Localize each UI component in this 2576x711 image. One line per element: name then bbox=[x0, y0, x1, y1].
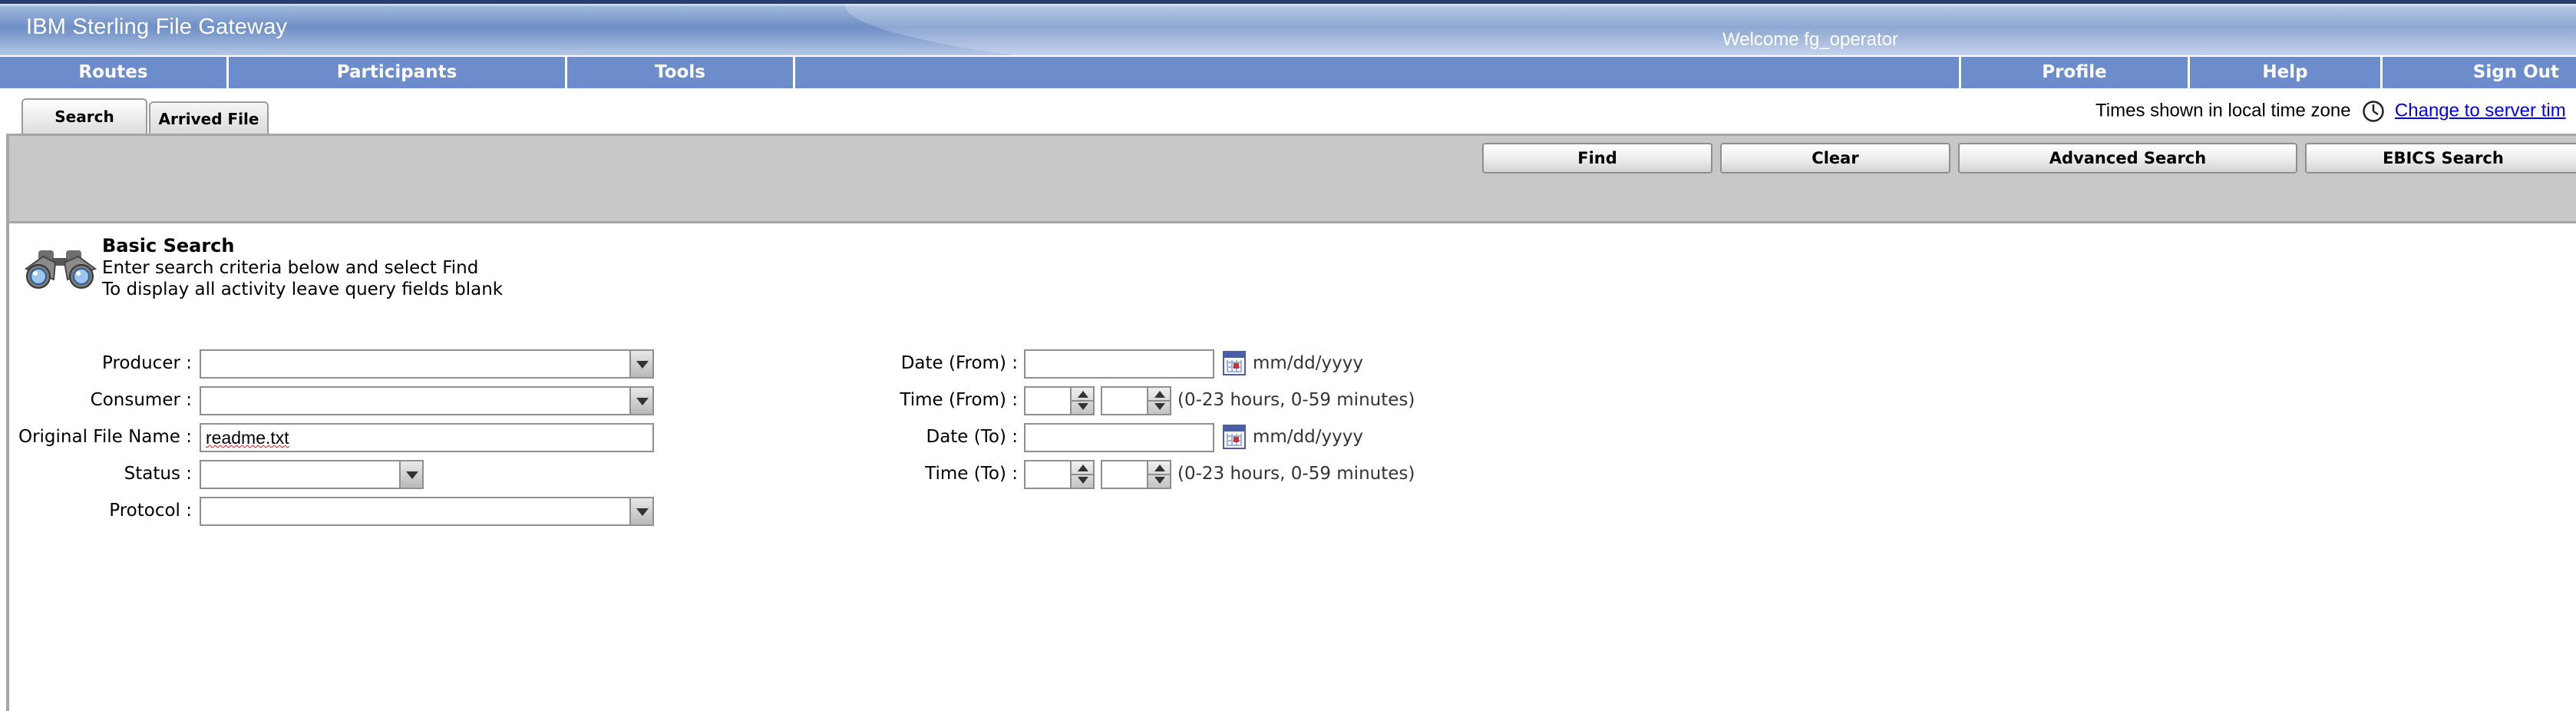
date-from-format: mm/dd/yyyy bbox=[1253, 353, 1363, 373]
time-to-hours-stepper[interactable] bbox=[1024, 460, 1095, 489]
original-file-name-label: Original File Name : bbox=[18, 427, 192, 447]
status-select[interactable] bbox=[200, 460, 424, 489]
main-nav: Routes Participants Tools Profile Help S… bbox=[0, 55, 2576, 90]
time-from-label: Time (From) : bbox=[900, 390, 1018, 410]
calendar-icon[interactable] bbox=[1223, 351, 1246, 375]
time-from-hours-stepper[interactable] bbox=[1024, 386, 1095, 415]
content-frame: Find Clear Advanced Search EBICS Search bbox=[6, 134, 2576, 711]
nav-sign-out[interactable]: Sign Out bbox=[2383, 57, 2576, 88]
nav-spacer bbox=[795, 57, 1961, 88]
header-swoosh bbox=[844, 4, 2576, 55]
timezone-text: Times shown in local time zone bbox=[2095, 100, 2351, 121]
app-title: IBM Sterling File Gateway bbox=[26, 15, 288, 39]
time-to-minutes-stepper[interactable] bbox=[1101, 460, 1171, 489]
time-from-minutes-stepper[interactable] bbox=[1101, 386, 1171, 415]
nav-help[interactable]: Help bbox=[2190, 57, 2383, 88]
date-to-label: Date (To) : bbox=[926, 427, 1018, 447]
basic-search-hint: To display all activity leave query fiel… bbox=[102, 279, 504, 299]
app-header: IBM Sterling File Gateway Welcome fg_ope… bbox=[0, 0, 2576, 55]
binoculars-icon bbox=[24, 250, 97, 289]
tab-search-criteria[interactable]: Search Criteria bbox=[21, 98, 147, 160]
basic-search-instruction: Enter search criteria below and select F… bbox=[102, 258, 479, 278]
status-label: Status : bbox=[124, 464, 192, 484]
tab-arrived-file[interactable]: Arrived File bbox=[149, 101, 269, 135]
consumer-dropdown-button[interactable] bbox=[629, 388, 652, 414]
nav-tools[interactable]: Tools bbox=[567, 57, 795, 88]
nav-profile[interactable]: Profile bbox=[1961, 57, 2190, 88]
basic-search-title: Basic Search bbox=[102, 235, 235, 256]
producer-dropdown-button[interactable] bbox=[629, 351, 652, 377]
timezone-info: Times shown in local time zone Change to… bbox=[2095, 100, 2566, 123]
search-toolbar: Find Clear Advanced Search EBICS Search bbox=[9, 136, 2576, 223]
nav-routes[interactable]: Routes bbox=[0, 57, 229, 88]
date-from-input[interactable] bbox=[1024, 349, 1214, 379]
original-file-name-input[interactable]: readme.txt bbox=[200, 423, 654, 452]
date-to-input[interactable] bbox=[1024, 423, 1214, 452]
spinner-arrows-icon[interactable] bbox=[1070, 388, 1093, 414]
advanced-search-button[interactable]: Advanced Search bbox=[1958, 143, 2297, 174]
consumer-label: Consumer : bbox=[90, 390, 192, 410]
time-from-hint: (0-23 hours, 0-59 minutes) bbox=[1177, 390, 1415, 410]
protocol-label: Protocol : bbox=[109, 501, 192, 521]
time-to-label: Time (To) : bbox=[925, 464, 1018, 484]
time-to-hint: (0-23 hours, 0-59 minutes) bbox=[1177, 464, 1415, 484]
clear-button[interactable]: Clear bbox=[1720, 143, 1950, 174]
status-dropdown-button[interactable] bbox=[399, 461, 422, 488]
consumer-select[interactable] bbox=[200, 386, 654, 415]
ebics-search-button[interactable]: EBICS Search bbox=[2305, 143, 2576, 174]
producer-select[interactable] bbox=[200, 349, 654, 379]
protocol-dropdown-button[interactable] bbox=[629, 498, 652, 524]
protocol-select[interactable] bbox=[200, 497, 654, 526]
welcome-text: Welcome fg_operator bbox=[1722, 29, 1899, 50]
nav-participants[interactable]: Participants bbox=[229, 57, 567, 88]
spinner-arrows-icon[interactable] bbox=[1070, 461, 1093, 488]
original-file-name-value: readme.txt bbox=[206, 428, 289, 448]
clock-icon bbox=[2363, 101, 2384, 122]
spinner-arrows-icon[interactable] bbox=[1147, 461, 1170, 488]
producer-label: Producer : bbox=[102, 353, 192, 373]
spinner-arrows-icon[interactable] bbox=[1147, 388, 1170, 414]
date-from-label: Date (From) : bbox=[900, 353, 1018, 373]
calendar-icon[interactable] bbox=[1223, 425, 1246, 449]
date-to-format: mm/dd/yyyy bbox=[1253, 427, 1363, 447]
find-button[interactable]: Find bbox=[1482, 143, 1712, 174]
change-to-server-time-link[interactable]: Change to server tim bbox=[2395, 100, 2566, 121]
